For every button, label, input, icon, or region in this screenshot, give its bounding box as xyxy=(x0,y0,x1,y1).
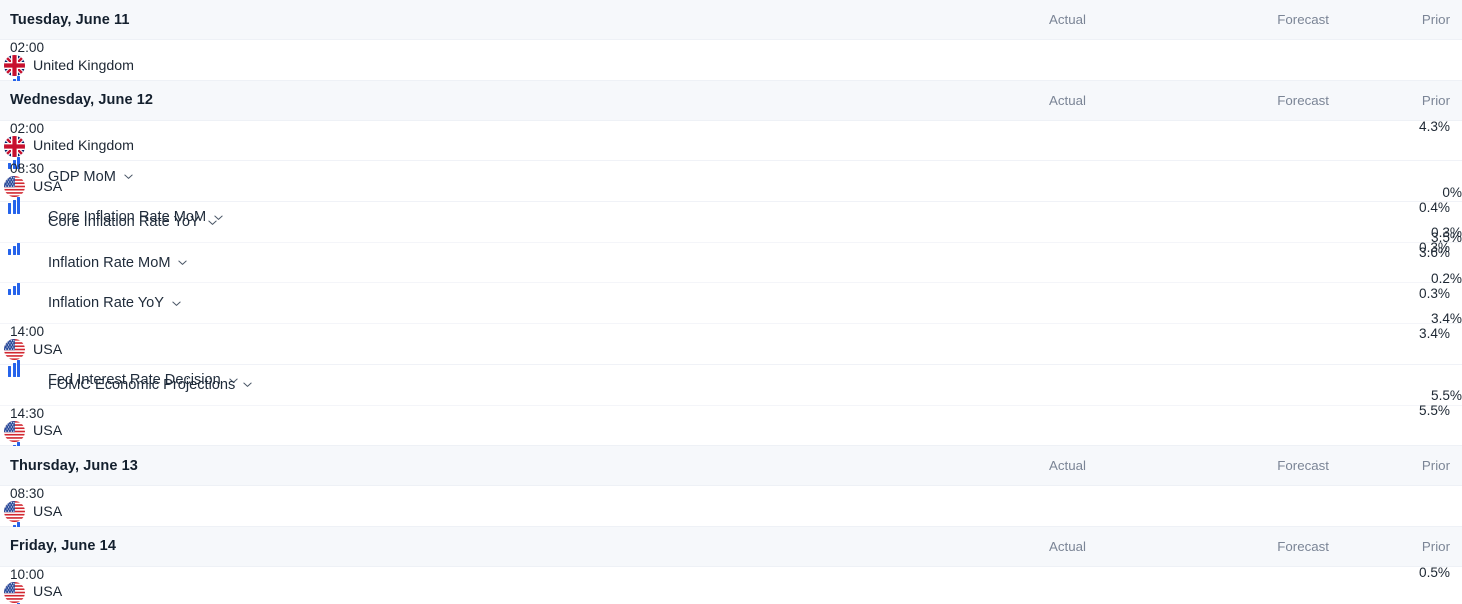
table-row[interactable]: 14:30USAFed Press Conference xyxy=(0,405,1462,470)
event-name-cell[interactable]: Inflation Rate YoY xyxy=(0,295,1462,311)
country-name: United Kingdom xyxy=(33,57,134,74)
event-country: USA xyxy=(0,501,1462,522)
chevron-down-icon[interactable] xyxy=(242,379,253,390)
event-name: FOMC Economic Projections xyxy=(48,376,236,393)
chevron-down-icon[interactable] xyxy=(228,375,239,386)
column-header-forecast: Forecast xyxy=(1277,12,1329,27)
day-title: Tuesday, June 11 xyxy=(10,11,130,28)
flag-usa-icon xyxy=(4,582,25,603)
column-header-actual: Actual xyxy=(1049,538,1086,554)
event-impact[interactable] xyxy=(0,242,1462,255)
event-time: 08:30 xyxy=(10,161,45,177)
event-country: USA xyxy=(0,582,1462,603)
flag-usa-icon xyxy=(4,176,25,197)
table-row[interactable]: 02:00United KingdomUnemployment Rate4.3%… xyxy=(0,40,1462,134)
impact-bars-icon xyxy=(8,242,21,255)
flag-uk-icon xyxy=(4,55,25,76)
impact-bars-icon xyxy=(8,283,21,296)
column-header-prior: Prior xyxy=(1421,458,1450,474)
table-row[interactable]: 08:30 USA Core Inflation Rate MoM 0.3% 0.3% xyxy=(0,161,1462,255)
country-name: USA xyxy=(33,423,63,439)
event-time: 14:30 xyxy=(10,405,45,421)
day-header-row: Wednesday, June 12 Actual Forecast Prior xyxy=(0,80,1462,121)
flag-usa-icon xyxy=(4,501,25,522)
chevron-down-icon[interactable] xyxy=(207,217,218,228)
event-name: Inflation Rate MoM xyxy=(48,254,171,271)
flag-usa-icon xyxy=(4,421,25,442)
event-country: United Kingdom xyxy=(0,55,1462,76)
day-header-row: Tuesday, June 11 Actual Forecast Prior xyxy=(0,0,1462,40)
event-time: 02:00 xyxy=(10,120,45,136)
day-title: Thursday, June 13 xyxy=(10,457,138,474)
flag-usa-icon xyxy=(4,339,25,360)
event-name-cell[interactable]: Inflation Rate MoM xyxy=(0,255,1462,271)
event-name: Core Inflation Rate YoY xyxy=(48,214,200,231)
column-header-forecast: Forecast xyxy=(1277,92,1329,108)
column-header-prior: Prior xyxy=(1421,92,1450,108)
event-name: Inflation Rate YoY xyxy=(48,295,165,312)
column-header-actual: Actual xyxy=(1049,92,1086,108)
day-header-row: Thursday, June 13 Actual Forecast Prior xyxy=(0,446,1462,487)
table-row[interactable]: Inflation Rate MoM 0.2% 0.3% xyxy=(0,242,1462,301)
event-country: USA xyxy=(0,421,1462,442)
event-name-cell[interactable]: FOMC Economic Projections xyxy=(0,377,1462,393)
event-time: 14:00 xyxy=(10,324,45,340)
column-header-actual: Actual xyxy=(1049,12,1086,27)
day-header-row: Friday, June 14 Actual Forecast Prior xyxy=(0,526,1462,567)
impact-bars-icon xyxy=(8,364,21,377)
economic-calendar: Tuesday, June 11 Actual Forecast Prior 02:00… xyxy=(0,0,1462,604)
chevron-down-icon[interactable] xyxy=(177,257,188,268)
column-header-prior: Prior xyxy=(1421,538,1450,554)
table-row[interactable]: Inflation Rate YoY 3.4% 3.4% xyxy=(0,283,1462,341)
country-name: USA xyxy=(33,178,63,195)
table-row[interactable]: 08:30USAPPI MoM0.2%0.5% xyxy=(0,486,1462,580)
event-impact[interactable] xyxy=(0,283,1462,296)
table-row[interactable]: 10:00USAMichigan Consumer Sentiment Prel… xyxy=(0,566,1462,604)
column-header-forecast: Forecast xyxy=(1277,458,1329,474)
table-row[interactable]: 02:00 United Kingdom GDP MoM 0% 0.4% xyxy=(0,120,1462,215)
country-name: United Kingdom xyxy=(33,138,134,155)
column-header-forecast: Forecast xyxy=(1277,538,1329,554)
flag-uk-icon xyxy=(4,136,25,157)
event-time: 08:30 xyxy=(10,486,45,502)
event-country: USA xyxy=(0,339,1462,360)
event-time: 02:00 xyxy=(10,40,45,55)
country-name: USA xyxy=(33,341,63,358)
chevron-down-icon[interactable] xyxy=(171,298,182,309)
day-title: Wednesday, June 12 xyxy=(10,92,154,109)
event-time: 10:00 xyxy=(10,566,45,582)
column-header-actual: Actual xyxy=(1049,458,1086,474)
column-header-prior: Prior xyxy=(1421,12,1450,27)
event-country: United Kingdom xyxy=(0,136,1462,157)
chevron-down-icon[interactable] xyxy=(123,171,134,182)
event-country: USA xyxy=(0,176,1462,197)
day-title: Friday, June 14 xyxy=(10,538,116,555)
country-name: USA xyxy=(33,584,63,601)
country-name: USA xyxy=(33,503,63,520)
impact-bars-icon xyxy=(8,202,21,215)
table-row[interactable]: 14:00 USA Fed Interest Rate Decision 5.5% 5.… xyxy=(0,324,1462,418)
table-row[interactable]: FOMC Economic Projections xyxy=(0,364,1462,406)
